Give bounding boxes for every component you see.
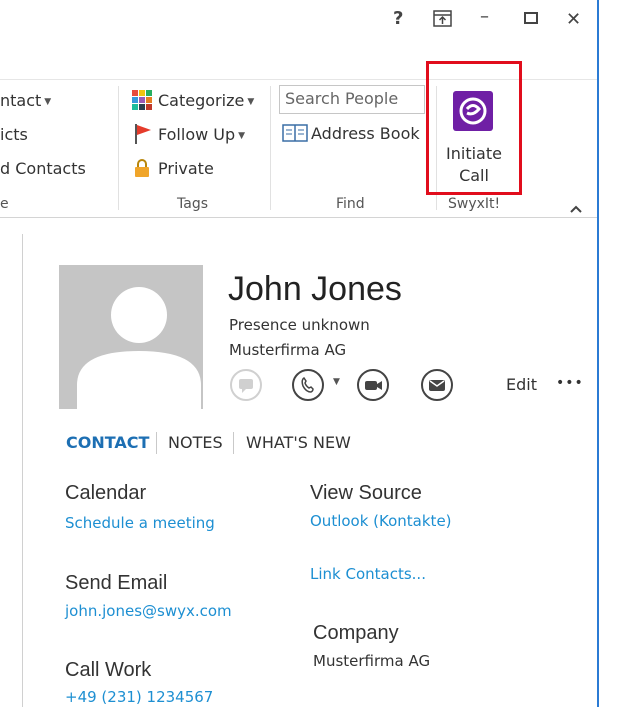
close-button[interactable]: ✕ [566,9,581,30]
view-source-link[interactable]: Outlook (Kontakte) [310,512,452,530]
link-contacts-link[interactable]: Link Contacts... [310,565,426,583]
schedule-meeting-link[interactable]: Schedule a meeting [65,514,215,532]
email-link[interactable]: john.jones@swyx.com [65,602,232,620]
address-book-button[interactable]: Address Book [311,124,420,143]
person-placeholder-icon [77,287,201,409]
envelope-icon [429,380,445,391]
video-call-button[interactable] [357,369,389,401]
im-button[interactable] [230,369,262,401]
maximize-button[interactable] [524,12,538,24]
dropdown-caret-icon: ▼ [238,130,246,141]
company-line: Musterfirma AG [229,341,347,359]
call-work-heading: Call Work [65,659,152,681]
help-button[interactable]: ? [393,8,403,29]
company-value: Musterfirma AG [313,652,431,670]
chevron-up-icon[interactable] [569,199,583,213]
company-heading: Company [313,622,399,644]
avatar [59,265,203,409]
send-email-heading: Send Email [65,572,168,594]
chat-icon [239,379,253,393]
tab-separator [233,432,234,454]
group-separator [118,86,119,210]
ribbon-group-label-partial: e [0,196,9,212]
ribbon-group-label-find: Find [336,196,365,212]
email-button[interactable] [421,369,453,401]
calendar-heading: Calendar [65,482,147,504]
dropdown-caret-icon: ▼ [44,96,52,107]
ribbon-group-label-tags: Tags [177,196,208,212]
video-camera-icon [365,381,382,390]
group-separator [270,86,271,210]
contact-name: John Jones [228,270,402,308]
view-source-heading: View Source [310,482,422,504]
ribbon-bottom-border [0,217,597,218]
flag-icon [134,123,152,145]
phone-link[interactable]: +49 (231) 1234567 [65,688,213,706]
ribbon-display-icon [433,10,452,27]
card-left-border [22,234,23,707]
tab-separator [156,432,157,454]
ribbon-partial-item-1[interactable]: ntact ▼ [0,91,51,110]
minimize-button[interactable]: – [480,6,489,27]
ribbon-group-label-swyxit: SwyxIt! [448,196,501,212]
tab-notes[interactable]: NOTES [168,433,223,452]
search-people-input[interactable]: Search People [279,85,425,114]
call-button[interactable] [292,369,324,401]
follow-up-button[interactable]: Follow Up ▼ [158,125,245,144]
ribbon-partial-item-2[interactable]: icts [0,125,28,144]
presence-status: Presence unknown [229,316,370,334]
categorize-icon [131,89,153,111]
initiate-call-highlight [426,61,522,195]
lock-icon [134,158,150,178]
tab-whats-new[interactable]: WHAT'S NEW [246,433,351,452]
tab-contact[interactable]: CONTACT [66,433,149,452]
ribbon-display-options-button[interactable] [433,10,452,27]
categorize-button[interactable]: Categorize ▼ [158,91,254,110]
address-book-icon [282,124,308,142]
private-button[interactable]: Private [158,159,214,178]
window-border [597,0,599,707]
phone-icon [301,376,314,393]
more-options-button[interactable]: ••• [556,375,584,391]
edit-button[interactable]: Edit [506,375,537,394]
ribbon-partial-item-3[interactable]: d Contacts [0,159,86,178]
dropdown-caret-icon: ▼ [247,96,255,107]
call-options-caret-icon[interactable]: ▼ [333,377,340,387]
